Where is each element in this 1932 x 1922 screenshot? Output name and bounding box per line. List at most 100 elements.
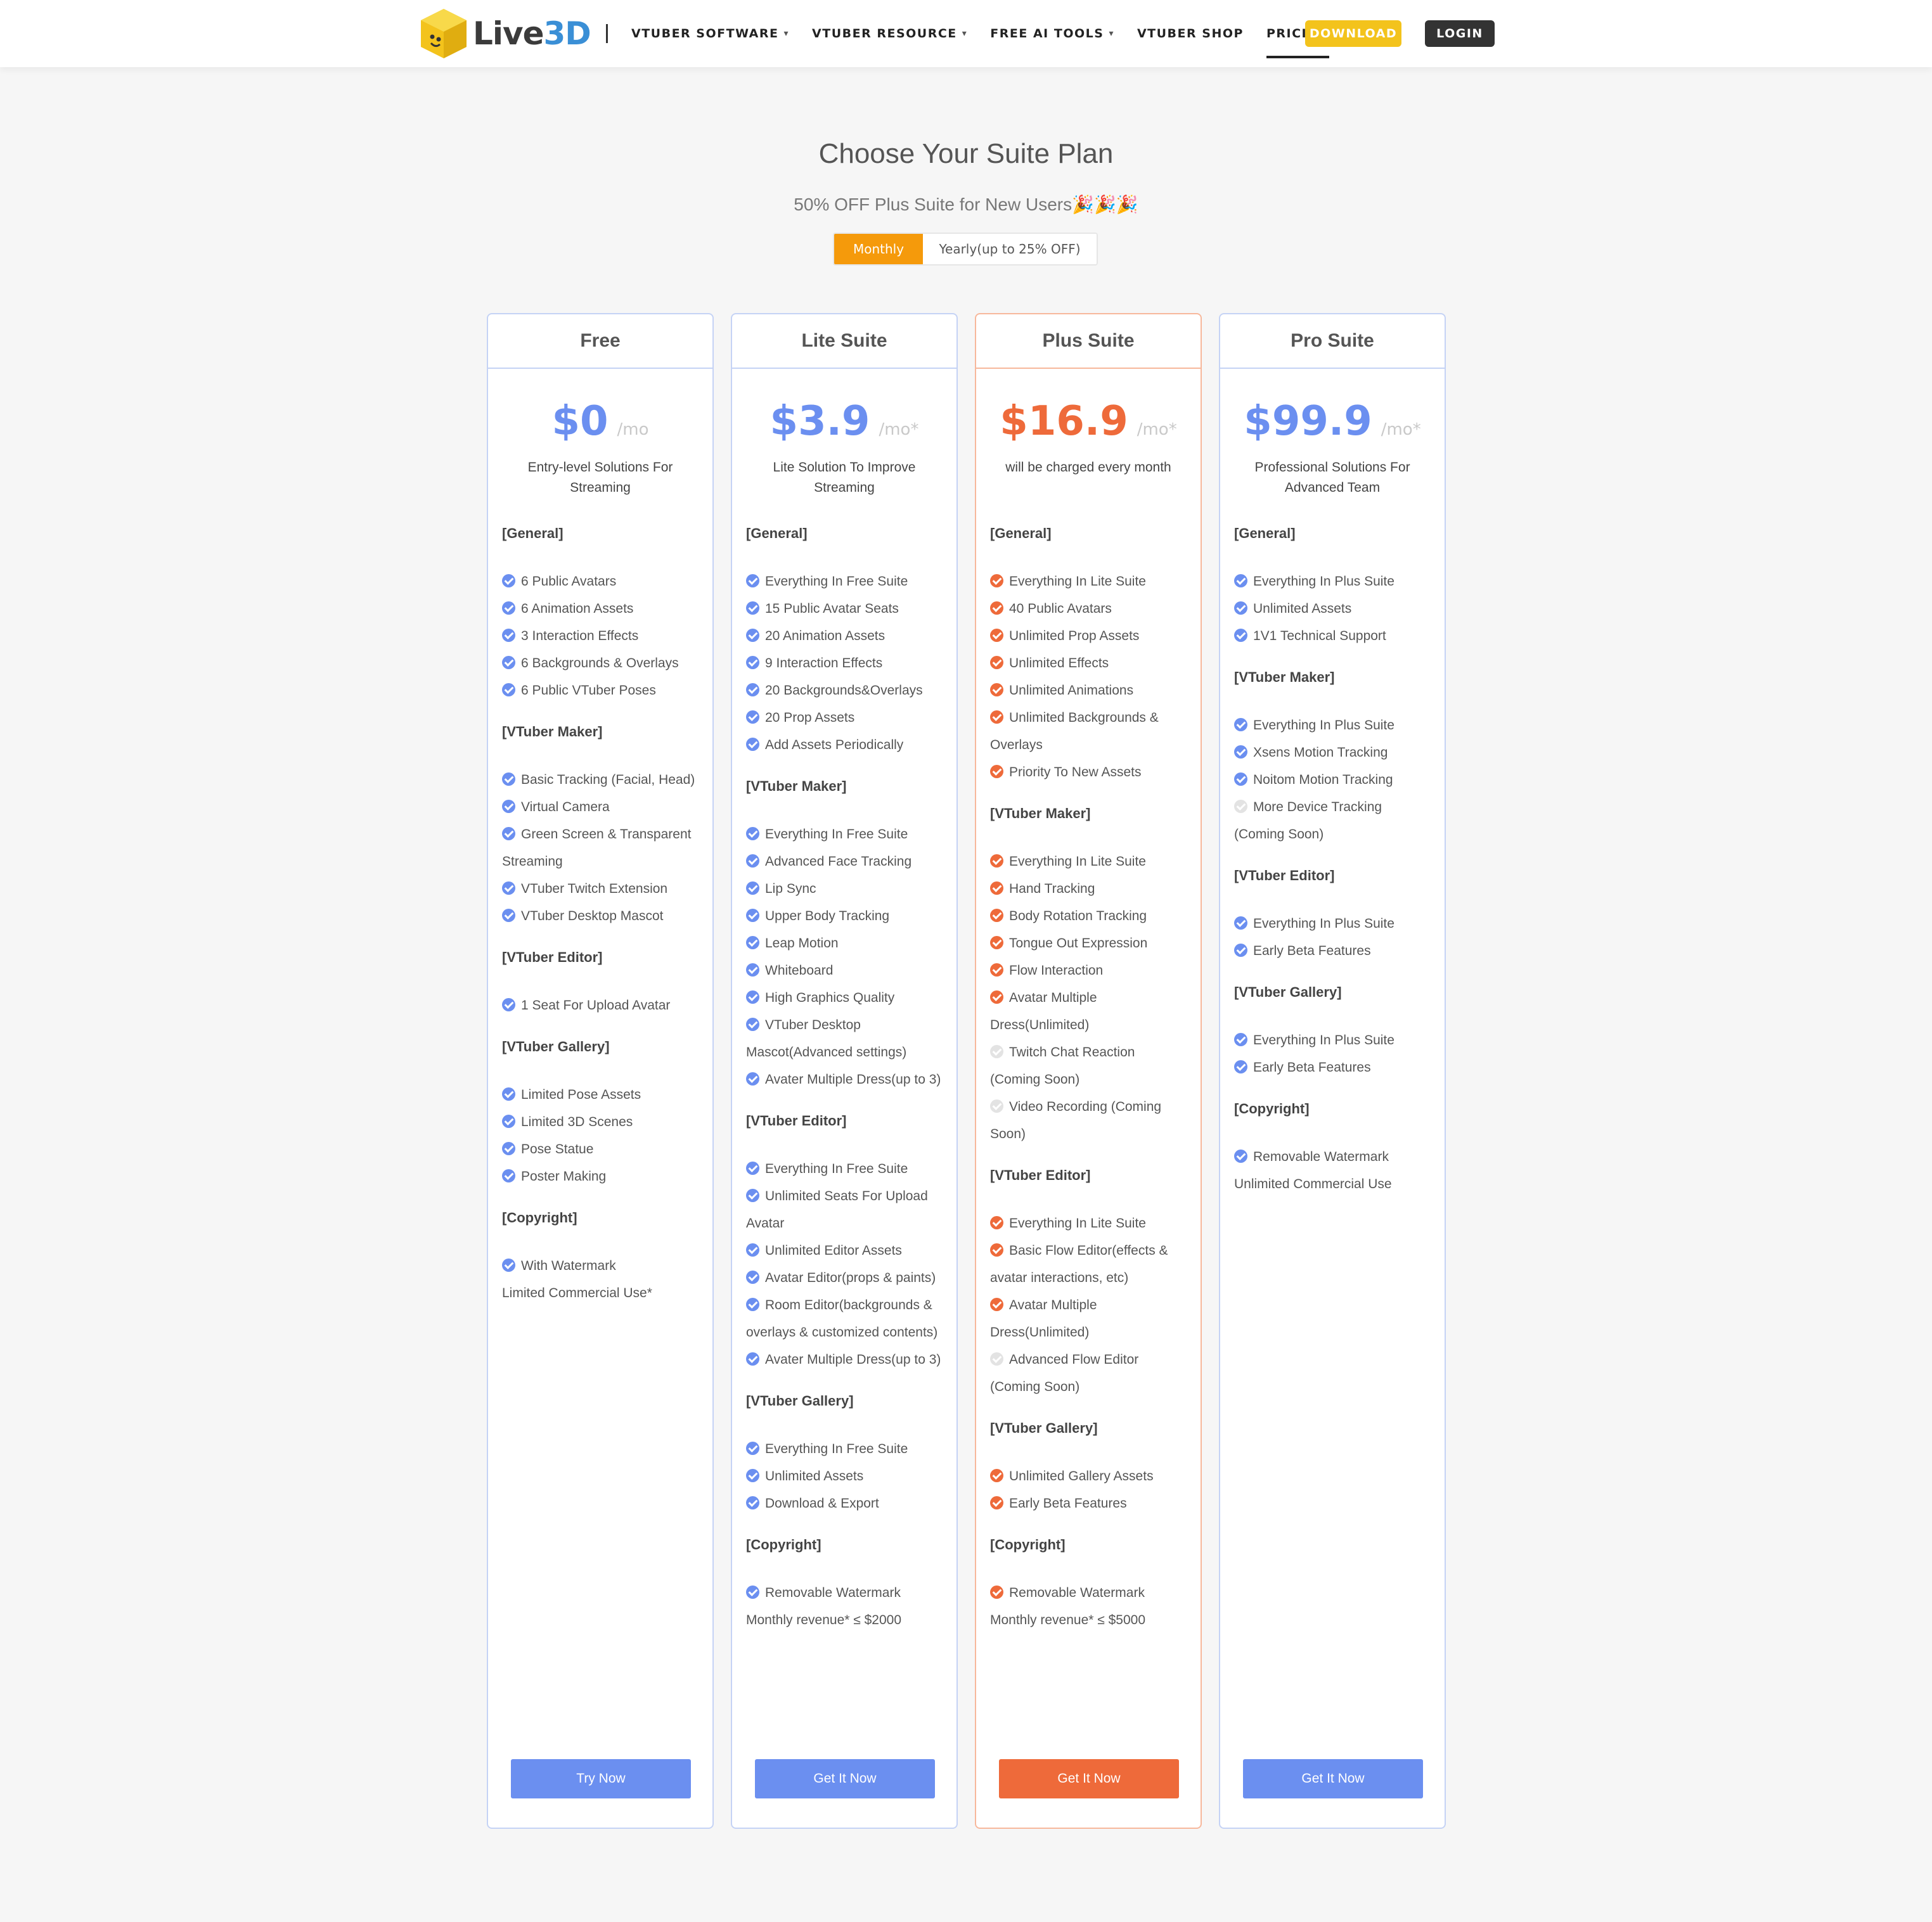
nav-free-ai-tools[interactable]: FREE AI TOOLS ▾	[990, 0, 1114, 67]
plan-name: Pro Suite	[1220, 314, 1445, 369]
check-circle-icon	[746, 881, 759, 895]
check-circle-icon	[746, 1586, 759, 1599]
feature-text: Download & Export	[765, 1496, 879, 1511]
feature-item: Everything In Free Suite	[746, 1435, 943, 1463]
plan-cta-button[interactable]: Get It Now	[1243, 1759, 1423, 1798]
feature-group: [General] 6 Public Avatars 6 Animation Ass…	[502, 523, 699, 704]
plan-price: $16.9	[1000, 398, 1128, 445]
feature-item: VTuber Desktop Mascot	[502, 902, 699, 930]
feature-text: With Watermark	[521, 1259, 616, 1273]
feature-text: Everything In Free Suite	[765, 827, 908, 842]
price-row: $3.9/mo*	[732, 398, 956, 445]
feature-text: Virtual Camera	[521, 800, 610, 814]
feature-text: Unlimited Prop Assets	[1009, 629, 1140, 643]
plan-cta-button[interactable]: Get It Now	[755, 1759, 935, 1798]
feature-text: Poster Making	[521, 1169, 607, 1184]
feature-text: Everything In Plus Suite	[1253, 574, 1394, 589]
feature-text: 20 Animation Assets	[765, 629, 886, 643]
feature-item: Hand Tracking	[990, 875, 1187, 902]
pending-check-icon	[1234, 800, 1247, 813]
feature-text: Unlimited Editor Assets	[765, 1243, 902, 1258]
pending-check-icon	[990, 1099, 1003, 1113]
nav-vtuber-resource[interactable]: VTUBER RESOURCE ▾	[812, 0, 967, 67]
feature-text: Unlimited Animations	[1009, 683, 1134, 698]
check-circle-icon	[746, 738, 759, 751]
plan-card: Free $0/mo Entry-level Solutions For Strea…	[487, 313, 714, 1829]
feature-text: 6 Backgrounds & Overlays	[521, 656, 679, 670]
feature-text: 20 Backgrounds&Overlays	[765, 683, 923, 698]
feature-text: 1V1 Technical Support	[1253, 629, 1386, 643]
download-button[interactable]: DOWNLOAD	[1305, 20, 1401, 47]
feature-text: Pose Statue	[521, 1142, 594, 1156]
feature-item: Removable Watermark	[746, 1579, 943, 1606]
feature-group: [Copyright] With Watermark Limited Commerc…	[502, 1208, 699, 1307]
feature-group-title: [VTuber Editor]	[502, 949, 603, 965]
feature-group-title: [VTuber Editor]	[746, 1113, 847, 1129]
check-circle-icon	[746, 936, 759, 949]
feature-group: [VTuber Maker] Everything In Plus Suite Xs…	[1234, 667, 1431, 848]
feature-list: [General] 6 Public Avatars 6 Animation Ass…	[488, 523, 712, 1307]
feature-group-title: [Copyright]	[502, 1210, 577, 1226]
feature-item: Basic Flow Editor(effects & avatar inter…	[990, 1237, 1187, 1291]
feature-item: Basic Tracking (Facial, Head)	[502, 766, 699, 793]
check-circle-icon	[746, 1271, 759, 1284]
chevron-down-icon: ▾	[783, 29, 790, 39]
toggle-monthly[interactable]: Monthly	[834, 234, 923, 264]
feature-item: With Watermark	[502, 1252, 699, 1279]
check-circle-icon	[502, 574, 515, 587]
check-circle-icon	[1234, 574, 1247, 587]
check-circle-icon	[1234, 772, 1247, 786]
feature-text: Tongue Out Expression	[1009, 936, 1148, 951]
commercial-use-note: Limited Commercial Use*	[502, 1286, 652, 1300]
feature-group: [VTuber Maker] Everything In Lite Suite Ha…	[990, 804, 1187, 1148]
plan-cta-button[interactable]: Try Now	[511, 1759, 691, 1798]
plan-description: Lite Solution To Improve Streaming	[773, 460, 916, 495]
feature-item: Everything In Plus Suite	[1234, 712, 1431, 739]
feature-group-title: [VTuber Maker]	[1234, 669, 1335, 685]
feature-item: Unlimited Animations	[990, 677, 1187, 704]
feature-text: Flow Interaction	[1009, 963, 1104, 978]
check-circle-icon	[1234, 629, 1247, 642]
feature-group: [VTuber Editor] Everything In Plus Suite E…	[1234, 866, 1431, 964]
check-circle-icon	[502, 772, 515, 786]
plan-name: Free	[488, 314, 712, 369]
feature-text: Avatar Multiple Dress(Unlimited)	[990, 1298, 1097, 1340]
check-circle-icon	[746, 909, 759, 922]
feature-item: Everything In Plus Suite	[1234, 1027, 1431, 1054]
check-circle-icon	[502, 909, 515, 922]
feature-item: Noitom Motion Tracking	[1234, 766, 1431, 793]
check-circle-icon	[746, 1189, 759, 1202]
plan-cta-button[interactable]: Get It Now	[999, 1759, 1179, 1798]
nav-vtuber-shop[interactable]: VTUBER SHOP	[1137, 0, 1244, 67]
toggle-yearly[interactable]: Yearly(up to 25% OFF)	[923, 234, 1097, 264]
check-circle-icon	[990, 1496, 1003, 1509]
check-circle-icon	[502, 1142, 515, 1155]
check-circle-icon	[502, 1259, 515, 1272]
page-title: Choose Your Suite Plan	[818, 138, 1114, 169]
price-row: $99.9/mo*	[1220, 398, 1445, 445]
check-circle-icon	[502, 629, 515, 642]
price-row: $0/mo	[488, 398, 712, 445]
feature-group-title: [General]	[746, 525, 808, 541]
chevron-down-icon: ▾	[1109, 29, 1114, 39]
plan-name: Plus Suite	[976, 314, 1201, 369]
feature-item: Everything In Plus Suite	[1234, 910, 1431, 937]
feature-item: Green Screen & Transparent Streaming	[502, 821, 699, 875]
feature-text: Unlimited Seats For Upload Avatar	[746, 1189, 928, 1231]
nav-vtuber-software[interactable]: VTUBER SOFTWARE ▾	[631, 0, 789, 67]
feature-group-title: [Copyright]	[1234, 1101, 1310, 1117]
feature-text: Basic Tracking (Facial, Head)	[521, 772, 695, 787]
feature-group-title: [VTuber Gallery]	[1234, 984, 1342, 1000]
main-nav: VTUBER SOFTWARE ▾ VTUBER RESOURCE ▾ FREE A…	[631, 0, 1352, 67]
check-circle-icon	[1234, 1060, 1247, 1073]
feature-item: Avatar Editor(props & paints)	[746, 1264, 943, 1291]
check-circle-icon	[746, 656, 759, 669]
feature-item: Advanced Flow Editor (Coming Soon)	[990, 1346, 1187, 1400]
check-circle-icon	[1234, 745, 1247, 759]
feature-text: Basic Flow Editor(effects & avatar inter…	[990, 1243, 1168, 1285]
plan-card: Pro Suite $99.9/mo* Professional Solutions…	[1219, 313, 1446, 1829]
login-button[interactable]: LOGIN	[1425, 20, 1495, 47]
feature-text: Advanced Flow Editor (Coming Soon)	[990, 1352, 1139, 1394]
plan-description: will be charged every month	[1005, 460, 1171, 475]
brand-logo[interactable]: Live3D	[418, 6, 591, 61]
